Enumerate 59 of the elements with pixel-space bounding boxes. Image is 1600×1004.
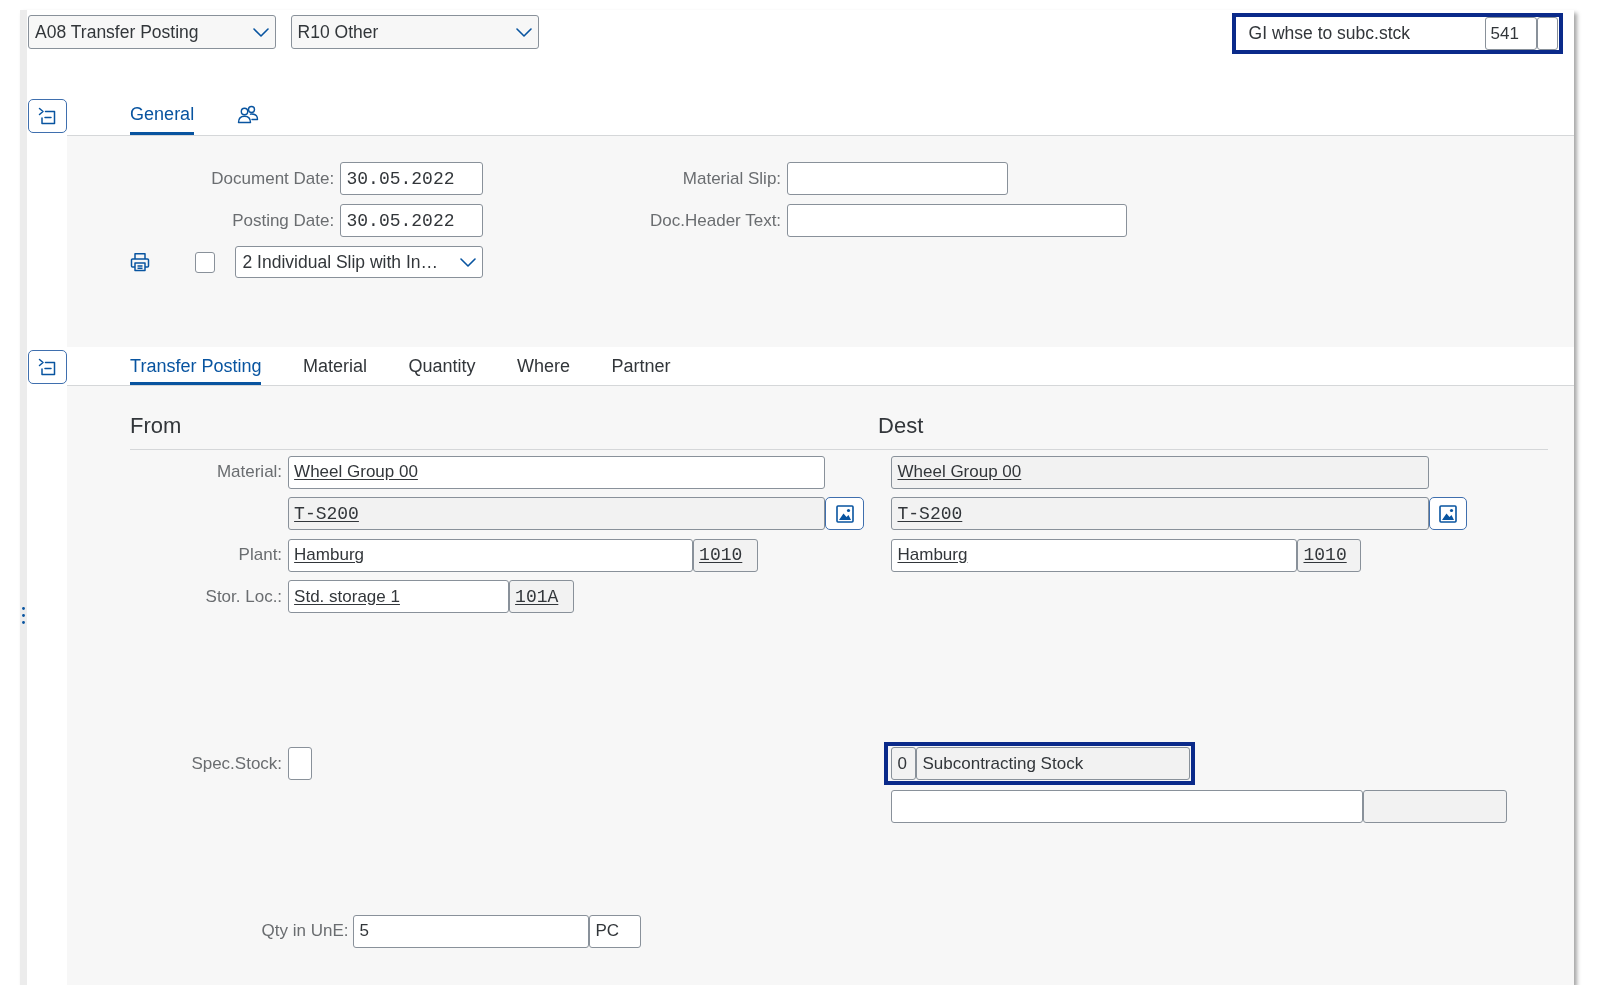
tab[interactable]: Material xyxy=(303,347,367,385)
input-field[interactable]: T-S200 xyxy=(288,497,826,530)
input-field[interactable]: Subcontracting Stock xyxy=(916,747,1191,780)
field-label: Posting Date: xyxy=(232,210,335,231)
tab[interactable]: Where xyxy=(517,347,571,385)
input-field[interactable] xyxy=(891,789,1364,823)
field-label: Spec.Stock: xyxy=(191,753,283,774)
input-field[interactable]: 0 xyxy=(891,747,917,780)
field-label: Qty in UnE: xyxy=(261,921,349,941)
printer-icon[interactable] xyxy=(130,252,151,272)
input-field[interactable]: 5 xyxy=(353,914,590,948)
input-field[interactable] xyxy=(1363,789,1508,823)
list-chevron-icon xyxy=(37,357,58,376)
field-label: Material Slip: xyxy=(682,168,782,189)
input-field[interactable]: Wheel Group 00 xyxy=(288,455,826,489)
list-chevron-icon xyxy=(37,106,58,125)
input-field[interactable] xyxy=(288,747,313,780)
collapse-button[interactable] xyxy=(28,99,67,133)
input-field[interactable]: Hamburg xyxy=(891,538,1298,572)
input-field[interactable]: PC xyxy=(589,914,642,948)
dropdown[interactable]: 2 Individual Slip with In… xyxy=(235,246,484,278)
input-field[interactable] xyxy=(787,162,1009,195)
input-field[interactable]: 1010 xyxy=(1297,538,1362,572)
input-field[interactable]: 30.05.2022 xyxy=(340,162,484,195)
tab[interactable]: Partner xyxy=(611,347,671,385)
chevron-down-icon xyxy=(515,27,532,37)
tab[interactable]: Quantity xyxy=(408,347,476,385)
input-field[interactable]: 541 xyxy=(1484,17,1537,50)
input-field[interactable]: Wheel Group 00 xyxy=(891,455,1430,489)
input-field[interactable] xyxy=(1536,17,1558,50)
field-label: Document Date: xyxy=(211,168,335,189)
field-label: Material: xyxy=(216,462,283,482)
section-title: Dest xyxy=(878,413,924,439)
people-icon xyxy=(237,104,260,124)
image-button[interactable] xyxy=(1429,497,1468,530)
input-field[interactable] xyxy=(787,204,1128,237)
tab[interactable]: General xyxy=(130,93,195,135)
section-title: From xyxy=(130,413,182,439)
grip-dots-icon[interactable] xyxy=(22,607,25,624)
image-icon xyxy=(1439,504,1458,523)
image-button[interactable] xyxy=(825,497,865,530)
chevron-down-icon xyxy=(460,257,477,267)
input-field[interactable]: 1010 xyxy=(693,538,759,572)
collapse-button[interactable] xyxy=(28,350,67,384)
field-label: Plant: xyxy=(238,545,283,565)
image-icon xyxy=(835,504,854,523)
input-field[interactable]: 101A xyxy=(509,580,575,613)
checkbox[interactable] xyxy=(195,251,216,273)
input-field[interactable]: Std. storage 1 xyxy=(288,580,510,613)
field-label: Doc.Header Text: xyxy=(650,210,782,231)
chevron-down-icon xyxy=(253,27,270,37)
input-field[interactable]: T-S200 xyxy=(891,497,1430,530)
dropdown[interactable]: R10 Other xyxy=(290,15,539,49)
field-label: Stor. Loc.: xyxy=(205,586,283,607)
dropdown[interactable]: A08 Transfer Posting xyxy=(28,15,277,49)
input-field[interactable]: Hamburg xyxy=(288,538,694,572)
movement-type-text: GI whse to subc.stck xyxy=(1248,23,1411,44)
tab[interactable]: Transfer Posting xyxy=(130,347,262,385)
input-field[interactable]: 30.05.2022 xyxy=(340,204,484,237)
